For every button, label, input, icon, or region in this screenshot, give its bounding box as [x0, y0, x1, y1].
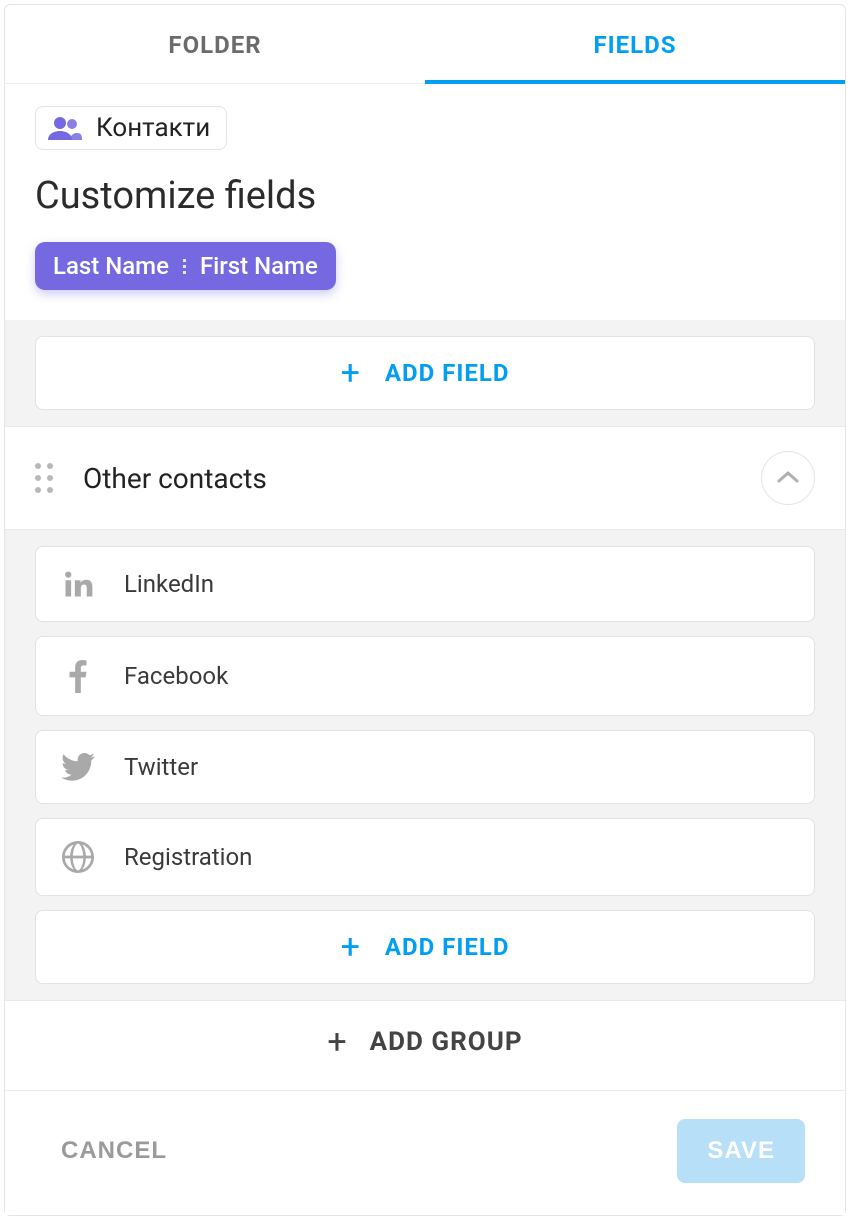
spacer: [5, 1083, 845, 1090]
field-row-linkedin[interactable]: LinkedIn: [35, 546, 815, 622]
globe-icon: [60, 841, 96, 873]
add-field-button-top[interactable]: + ADD FIELD: [35, 336, 815, 410]
page-title: Customize fields: [35, 174, 815, 218]
collapse-group-button[interactable]: [761, 451, 815, 505]
field-row-twitter[interactable]: Twitter: [35, 730, 815, 804]
add-group-label: ADD GROUP: [370, 1027, 523, 1057]
add-group-button[interactable]: + ADD GROUP: [5, 1000, 845, 1083]
cancel-button[interactable]: CANCEL: [61, 1137, 167, 1165]
pill-right: First Name: [200, 252, 318, 280]
header: Контакти Customize fields Last Name Firs…: [5, 84, 845, 320]
customize-fields-panel: FOLDER FIELDS Контакти Customize fields …: [4, 4, 846, 1216]
contacts-chip-label: Контакти: [96, 113, 210, 143]
field-row-registration[interactable]: Registration: [35, 818, 815, 896]
field-label: Facebook: [124, 662, 228, 690]
linkedin-icon: [60, 569, 96, 599]
add-field-button-group[interactable]: + ADD FIELD: [35, 910, 815, 984]
add-field-label: ADD FIELD: [385, 933, 510, 961]
field-label: LinkedIn: [124, 570, 214, 598]
group-title: Other contacts: [83, 462, 735, 495]
facebook-icon: [60, 659, 96, 693]
group-other-contacts-header: Other contacts: [5, 426, 845, 530]
twitter-icon: [60, 753, 96, 781]
pill-left: Last Name: [53, 252, 169, 280]
name-order-pill[interactable]: Last Name First Name: [35, 242, 336, 290]
add-field-label: ADD FIELD: [385, 359, 510, 387]
tab-fields[interactable]: FIELDS: [425, 5, 845, 83]
top-fields-section: + ADD FIELD: [5, 320, 845, 426]
drag-separator-icon: [181, 259, 188, 274]
tabs: FOLDER FIELDS: [5, 5, 845, 84]
field-label: Twitter: [124, 753, 198, 781]
chevron-up-icon: [777, 469, 799, 488]
tab-folder[interactable]: FOLDER: [5, 5, 425, 83]
drag-handle-icon[interactable]: [35, 463, 57, 493]
footer: CANCEL SAVE: [5, 1090, 845, 1215]
save-button[interactable]: SAVE: [677, 1119, 805, 1183]
field-row-facebook[interactable]: Facebook: [35, 636, 815, 716]
people-icon: [48, 116, 82, 140]
group-other-contacts-body: LinkedIn Facebook Twitter: [5, 530, 845, 1000]
contacts-chip[interactable]: Контакти: [35, 106, 227, 150]
field-label: Registration: [124, 843, 252, 871]
